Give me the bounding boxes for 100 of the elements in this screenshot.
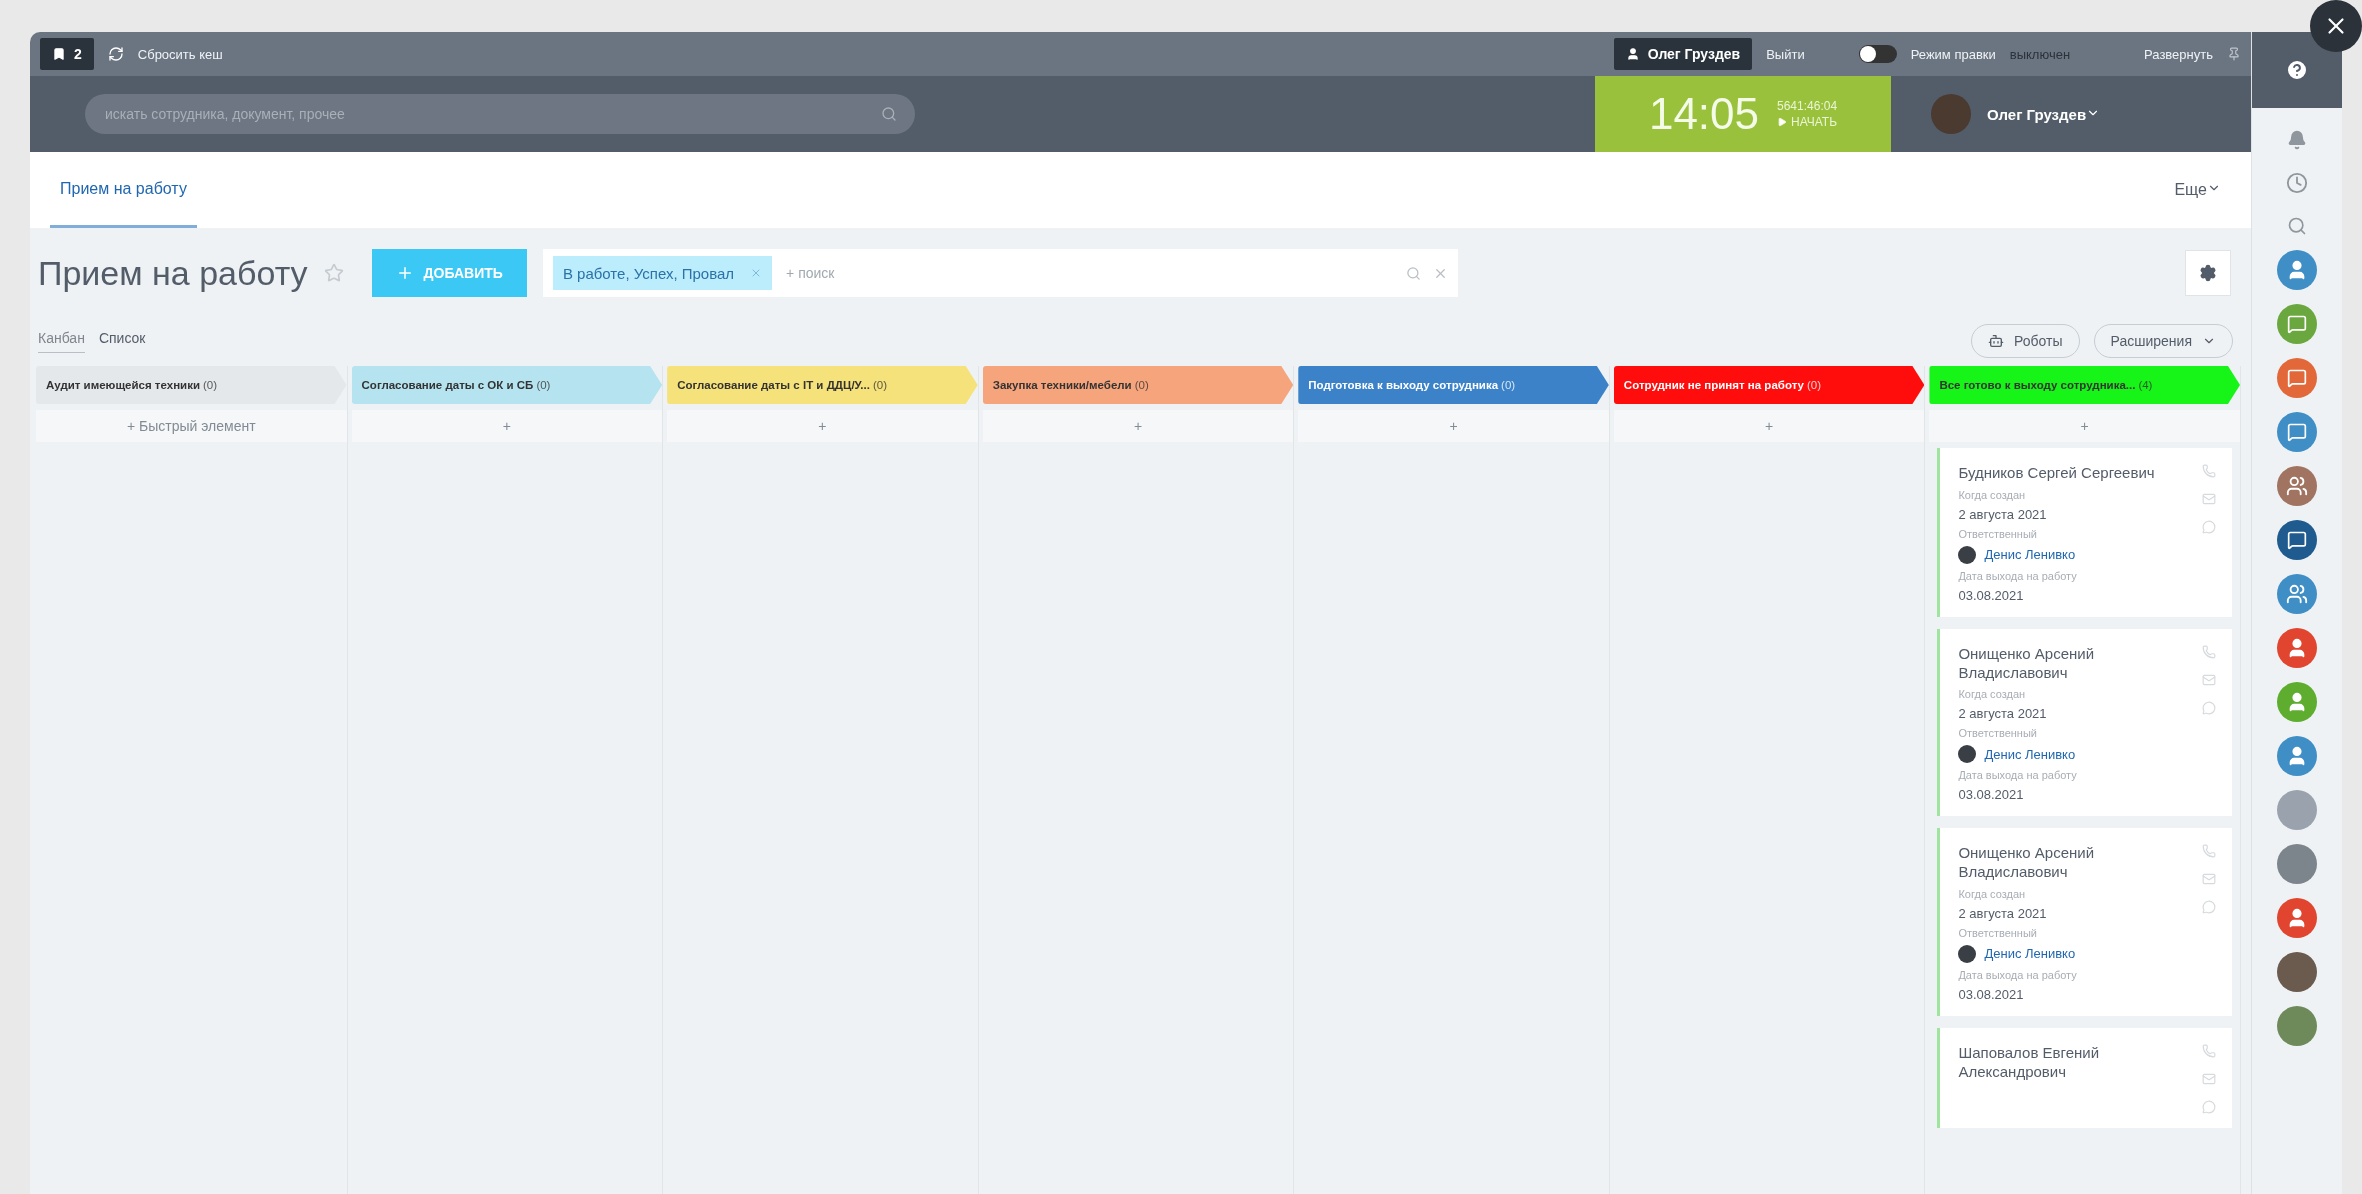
photo-placeholder[interactable] [2277, 952, 2317, 992]
contact-avatar[interactable] [2277, 628, 2317, 668]
view-tab[interactable]: Список [98, 329, 146, 353]
user-button[interactable]: Олег Груздев [1613, 38, 1753, 70]
logout-link[interactable]: Выйти [1766, 46, 1805, 62]
reset-cache-link[interactable]: Сбросить кеш [137, 46, 223, 62]
more-menu[interactable]: Еще [2174, 181, 2231, 199]
contact-avatar[interactable] [2277, 574, 2317, 614]
photo-placeholder[interactable] [2277, 844, 2317, 884]
quick-add-button[interactable]: + [351, 410, 663, 442]
field-label: Когда создан [1958, 887, 2027, 900]
column-header: Закупка техники/мебели (0) [982, 366, 1294, 404]
expand-link[interactable]: Развернуть [2144, 46, 2213, 62]
edit-mode-label: Режим правки [1910, 46, 1996, 62]
deal-card[interactable]: Онищенко Арсений Владиславович Когда создан 2 августа 2021 Ответственный Денис Ленивко Дата выхода на работу 03.08.2021 [1937, 628, 2232, 817]
quick-add-button[interactable]: + [1929, 410, 2240, 442]
deal-card[interactable]: Будников Сергей Сергеевич Когда создан 2 августа 2021 Ответственный Денис Ленивко Дата выхода на работу 03.08.2021 [1937, 448, 2232, 617]
column-header: Все готово к выходу сотрудника... (4) [1929, 366, 2240, 404]
search-icon[interactable] [1405, 265, 1421, 281]
quick-add-button[interactable]: + [1298, 410, 1609, 442]
mail-icon[interactable] [2202, 492, 2216, 506]
phone-icon[interactable] [2202, 644, 2216, 659]
page-title: Прием на работу [38, 253, 308, 293]
clock-time: 14:05 [1648, 89, 1759, 139]
field-value: 03.08.2021 [1958, 787, 2025, 803]
field-label: Когда создан [1958, 688, 2027, 701]
settings-icon [2199, 264, 2217, 282]
search-icon[interactable] [881, 106, 897, 122]
column-header: Согласование даты с IT и ДДЦ/У... (0) [667, 366, 978, 404]
responsible-link[interactable]: Денис Ленивко [1958, 545, 2196, 564]
field-value: 2 августа 2021 [1958, 506, 2048, 522]
user-avatar [1931, 94, 1971, 134]
filter-tag[interactable]: В работе, Успех, Провал [552, 256, 773, 290]
field-value: 03.08.2021 [1958, 587, 2025, 603]
play-icon [1777, 117, 1787, 127]
chat-icon[interactable] [2202, 1099, 2216, 1114]
field-label: Дата выхода на работу [1958, 569, 2078, 582]
user-icon [1625, 47, 1640, 61]
edit-mode-state: выключен [2009, 46, 2071, 62]
contact-avatar[interactable] [2277, 358, 2317, 398]
field-label: Дата выхода на работу [1958, 769, 2078, 782]
card-title: Будников Сергей Сергеевич [1958, 464, 2156, 483]
field-value: 2 августа 2021 [1958, 905, 2048, 921]
robot-icon [1988, 333, 2005, 349]
view-tab[interactable]: Канбан [38, 329, 85, 353]
field-label: Ответственный [1958, 926, 2038, 939]
bookmark-icon [52, 47, 66, 61]
notifications-counter[interactable]: 2 [40, 38, 94, 70]
column-header: Согласование даты с ОК и СБ (0) [351, 366, 663, 404]
tab[interactable]: Прием на работу [50, 152, 197, 228]
contact-avatar[interactable] [2277, 466, 2317, 506]
search-input[interactable]: искать сотрудника, документ, прочее [103, 105, 881, 123]
column-header: Подготовка к выходу сотрудника (0) [1298, 366, 1609, 404]
chat-icon[interactable] [2202, 900, 2216, 915]
settings-button[interactable] [2185, 250, 2231, 296]
user-menu[interactable]: Олег Груздев [1987, 105, 2101, 123]
quick-add-button[interactable]: + Быстрый элемент [36, 410, 347, 442]
pin-icon[interactable] [2227, 47, 2241, 61]
phone-icon[interactable] [2202, 844, 2216, 859]
phone-icon[interactable] [2202, 464, 2216, 478]
field-label: Ответственный [1958, 527, 2038, 540]
deal-card[interactable]: Онищенко Арсений Владиславович Когда создан 2 августа 2021 Ответственный Денис Ленивко Дата выхода на работу 03.08.2021 [1937, 828, 2232, 1016]
close-button[interactable] [2310, 0, 2362, 52]
field-label: Дата выхода на работу [1958, 968, 2078, 981]
mail-icon[interactable] [2202, 672, 2216, 687]
worked-time: 5641:46:04 [1777, 99, 1838, 113]
column-header: Сотрудник не принят на работу (0) [1613, 366, 1925, 404]
clock-icon[interactable] [2286, 172, 2308, 194]
contact-avatar[interactable] [2277, 412, 2317, 452]
notifications-icon[interactable] [2287, 130, 2307, 150]
contact-avatar[interactable] [2277, 250, 2317, 290]
phone-icon[interactable] [2202, 1043, 2216, 1058]
search-field[interactable]: искать сотрудника, документ, прочее [85, 94, 915, 134]
field-value: 03.08.2021 [1958, 986, 2025, 1002]
chat-icon[interactable] [2202, 520, 2216, 534]
contact-avatar[interactable] [2277, 898, 2317, 938]
deal-card[interactable]: Шаповалов Евгений Александрович [1937, 1027, 2232, 1128]
chat-icon[interactable] [2202, 700, 2216, 715]
quick-add-button[interactable]: + [982, 410, 1294, 442]
field-label: Ответственный [1958, 727, 2038, 740]
card-title: Онищенко Арсений Владиславович [1958, 644, 2096, 683]
card-title: Шаповалов Евгений Александрович [1958, 1043, 2101, 1082]
contact-avatar[interactable] [2277, 520, 2317, 560]
responsible-link[interactable]: Денис Ленивко [1958, 745, 2196, 764]
edit-mode-toggle[interactable] [1858, 45, 1897, 63]
star-icon[interactable] [323, 263, 344, 283]
mail-icon[interactable] [2202, 872, 2216, 887]
contact-avatar[interactable] [2277, 736, 2317, 776]
help-icon[interactable] [2285, 58, 2309, 82]
quick-add-button[interactable]: + [667, 410, 978, 442]
quick-add-button[interactable]: + [1613, 410, 1925, 442]
refresh-icon [107, 46, 124, 62]
responsible-link[interactable]: Денис Ленивко [1958, 944, 2196, 963]
mail-icon[interactable] [2202, 1071, 2216, 1086]
column-header: Аудит имеющейся техники (0) [36, 366, 347, 404]
field-label: Когда создан [1958, 488, 2027, 501]
card-title: Онищенко Арсений Владиславович [1958, 844, 2096, 882]
field-value: 2 августа 2021 [1958, 706, 2048, 722]
photo-placeholder[interactable] [2277, 1006, 2317, 1046]
search-icon[interactable] [2287, 216, 2307, 236]
